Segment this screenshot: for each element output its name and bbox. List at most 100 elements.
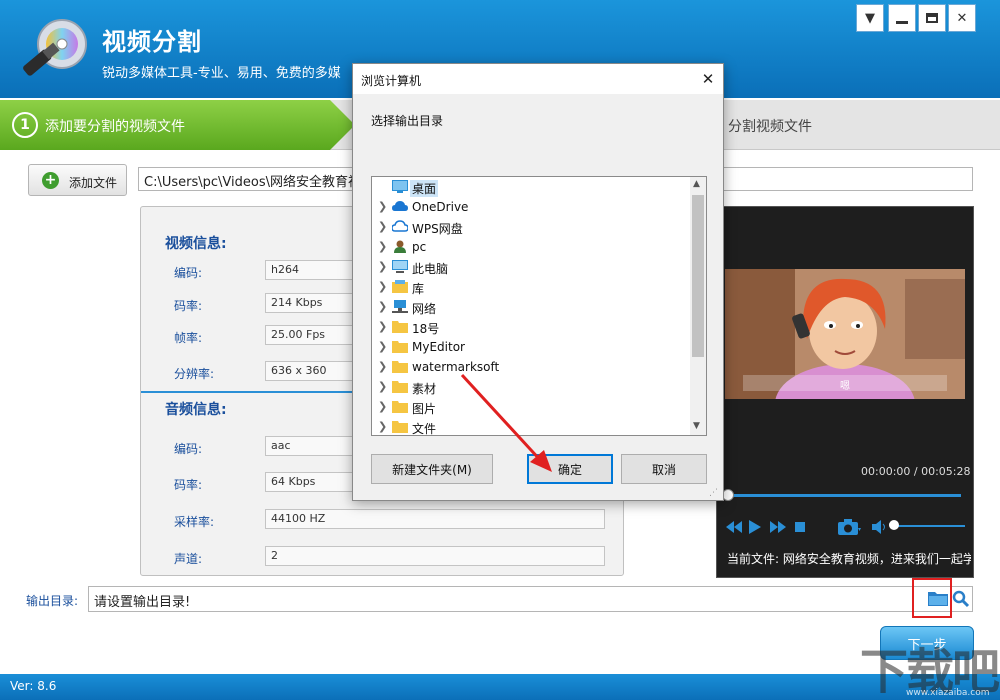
step-1-tab[interactable]: 1 添加要分割的视频文件: [0, 100, 355, 150]
tree-item-label: watermarksoft: [412, 360, 500, 374]
tree-item-label: 18号: [412, 322, 440, 336]
folder-tree[interactable]: 桌面 ❯ OneDrive ❯ WPS网盘 ❯ pc ❯ 此电脑 ❯ 库 ❯ 网…: [371, 176, 707, 436]
folder-icon[interactable]: [928, 590, 948, 606]
tree-item-pc-user[interactable]: ❯ pc: [372, 237, 690, 257]
library-icon: [392, 280, 408, 293]
chevron-right-icon[interactable]: ❯: [378, 260, 387, 273]
tree-item-desktop[interactable]: 桌面: [372, 177, 690, 197]
forward-button[interactable]: [769, 517, 787, 537]
seek-bar[interactable]: [727, 494, 961, 497]
tree-item-label: 库: [412, 282, 425, 296]
tree-item-folder[interactable]: ❯ 图片: [372, 397, 690, 417]
chevron-right-icon[interactable]: ❯: [378, 220, 387, 233]
video-resolution-label: 分辨率:: [174, 367, 215, 381]
resize-grip-icon[interactable]: ⋰: [709, 488, 718, 498]
chevron-right-icon[interactable]: ❯: [378, 380, 387, 393]
chevron-right-icon[interactable]: ❯: [378, 320, 387, 333]
tree-item-folder[interactable]: ❯ 文件: [372, 417, 690, 436]
snapshot-button[interactable]: [835, 517, 863, 537]
tree-item-label: 素材: [412, 382, 437, 396]
play-button[interactable]: [747, 517, 763, 537]
tree-item-library[interactable]: ❯ 库: [372, 277, 690, 297]
chevron-up-icon[interactable]: ▲: [693, 179, 700, 189]
output-dir-field[interactable]: 请设置输出目录!: [88, 586, 973, 612]
ok-button[interactable]: 确定: [527, 454, 613, 484]
tree-item-label: WPS网盘: [412, 222, 463, 236]
stop-button[interactable]: [793, 517, 807, 537]
audio-info-heading: 音频信息:: [165, 402, 227, 418]
chevron-right-icon[interactable]: ❯: [378, 360, 387, 373]
chevron-right-icon[interactable]: ❯: [378, 280, 387, 293]
new-folder-button[interactable]: 新建文件夹(M): [371, 454, 493, 484]
folder-icon: [392, 381, 408, 393]
folder-icon: [392, 341, 408, 353]
subtitle-caption: 嗯: [840, 381, 850, 392]
step-3-label[interactable]: 分割视频文件: [728, 116, 812, 136]
tree-item-label: 此电脑: [412, 262, 449, 276]
tree-item-label: 文件: [412, 422, 437, 436]
folder-icon: [392, 321, 408, 333]
folder-icon: [392, 361, 408, 373]
tree-item-folder[interactable]: ❯ 素材: [372, 377, 690, 397]
browse-folder-dialog: 浏览计算机 ✕ 选择输出目录 桌面 ❯ OneDrive ❯ WPS网盘 ❯ p…: [352, 63, 724, 501]
search-icon[interactable]: [952, 590, 970, 608]
tree-item-label: 图片: [412, 402, 437, 416]
tree-item-folder[interactable]: ❯ 18号: [372, 317, 690, 337]
video-framerate-label: 帧率:: [174, 331, 203, 345]
maximize-icon: [926, 13, 938, 23]
cancel-button[interactable]: 取消: [621, 454, 707, 484]
scroll-thumb[interactable]: [692, 195, 704, 357]
close-icon: ✕: [701, 70, 715, 88]
tree-item-onedrive[interactable]: ❯ OneDrive: [372, 197, 690, 217]
tree-item-this-pc[interactable]: ❯ 此电脑: [372, 257, 690, 277]
volume-button[interactable]: [871, 517, 889, 537]
close-button[interactable]: ✕: [948, 4, 976, 32]
dialog-body: 选择输出目录 桌面 ❯ OneDrive ❯ WPS网盘 ❯ pc ❯ 此电脑 …: [353, 94, 723, 500]
time-display: 00:00:00 / 00:05:28: [861, 465, 971, 478]
rewind-button[interactable]: [725, 517, 743, 537]
menu-button[interactable]: ▼: [856, 4, 884, 32]
chevron-right-icon[interactable]: ❯: [378, 300, 387, 313]
close-icon: ✕: [956, 10, 968, 26]
camera-icon: [838, 519, 861, 535]
output-dir-label: 输出目录:: [26, 594, 79, 608]
network-icon: [392, 300, 408, 313]
current-file-label: 当前文件: 网络安全教育视频，进来我们一起学: [727, 552, 971, 566]
maximize-button[interactable]: [918, 4, 946, 32]
audio-samplerate-label: 采样率:: [174, 515, 215, 529]
watermark-url: www.xiazaiba.com: [906, 688, 990, 698]
tree-item-label: MyEditor: [412, 340, 465, 354]
app-title: 视频分割: [102, 28, 202, 56]
cloud-outline-icon: [392, 220, 408, 232]
desktop-icon: [392, 180, 408, 193]
audio-channels-value: 2: [265, 546, 605, 566]
tree-item-folder[interactable]: ❯ MyEditor: [372, 337, 690, 357]
tree-item-wps[interactable]: ❯ WPS网盘: [372, 217, 690, 237]
chevron-right-icon[interactable]: ❯: [378, 200, 387, 213]
tree-item-label: pc: [412, 240, 427, 254]
chevron-right-icon[interactable]: ❯: [378, 240, 387, 253]
video-info-heading: 视频信息:: [165, 236, 227, 252]
forward-icon: [770, 521, 786, 533]
step-1-label: 添加要分割的视频文件: [45, 119, 185, 135]
dialog-close-button[interactable]: ✕: [695, 68, 721, 90]
chevron-right-icon[interactable]: ❯: [378, 400, 387, 413]
volume-slider[interactable]: [893, 525, 965, 527]
menu-icon: ▼: [865, 10, 875, 26]
add-file-button[interactable]: + 添加文件: [28, 164, 127, 196]
tree-item-folder[interactable]: ❯ watermarksoft: [372, 357, 690, 377]
tree-scrollbar[interactable]: ▲ ▼: [690, 177, 706, 435]
tree-item-label: OneDrive: [412, 200, 469, 214]
chevron-right-icon[interactable]: ❯: [378, 340, 387, 353]
rewind-icon: [726, 521, 742, 533]
minimize-button[interactable]: [888, 4, 916, 32]
play-icon: [749, 520, 761, 534]
app-subtitle: 锐动多媒体工具-专业、易用、免费的多媒: [102, 66, 341, 81]
chevron-down-icon[interactable]: ▼: [693, 421, 700, 431]
volume-handle[interactable]: [889, 520, 899, 530]
dialog-prompt: 选择输出目录: [371, 114, 444, 128]
video-preview[interactable]: 嗯: [725, 269, 965, 399]
tree-item-network[interactable]: ❯ 网络: [372, 297, 690, 317]
plus-icon: +: [42, 172, 59, 189]
chevron-right-icon[interactable]: ❯: [378, 420, 387, 433]
